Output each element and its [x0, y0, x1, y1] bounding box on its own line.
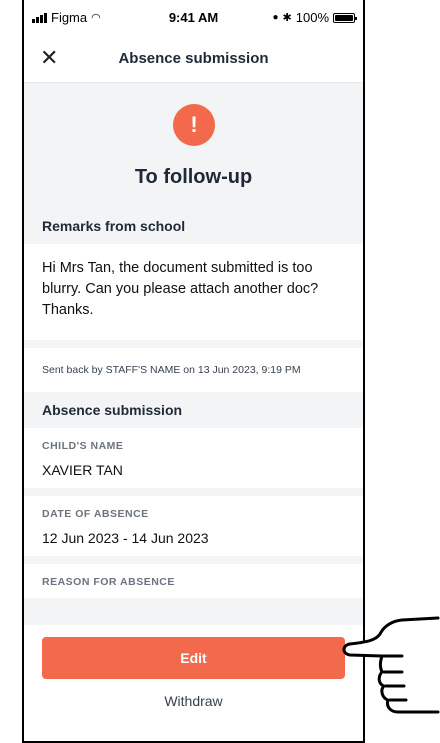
bluetooth-icon: ✱: [282, 12, 292, 24]
field-date-of-absence: DATE OF ABSENCE 12 Jun 2023 - 14 Jun 202…: [24, 496, 363, 556]
divider: [24, 556, 363, 564]
battery-area: ● ✱ 100%: [272, 10, 357, 25]
action-bar: Edit Withdraw: [24, 625, 363, 741]
exclamation-icon: !: [173, 104, 215, 146]
remarks-heading: Remarks from school: [24, 208, 363, 244]
field-value: 12 Jun 2023 - 14 Jun 2023: [42, 530, 209, 546]
phone-frame: Figma ◠ 9:41 AM ● ✱ 100% ✕ Absence submi…: [22, 0, 365, 743]
app-header: ✕ Absence submission: [24, 36, 363, 83]
status-title: To follow-up: [134, 166, 253, 188]
field-label: REASON FOR ABSENCE: [42, 576, 175, 588]
field-label: DATE OF ABSENCE: [42, 508, 149, 520]
remarks-text: Hi Mrs Tan, the document submitted is to…: [24, 244, 363, 340]
withdraw-button[interactable]: Withdraw: [24, 693, 363, 709]
status-bar: Figma ◠ 9:41 AM ● ✱ 100%: [24, 0, 363, 36]
status-hero: ! To follow-up: [24, 83, 363, 208]
field-child-name: CHILD'S NAME XAVIER TAN: [24, 428, 363, 488]
sent-back-info: Sent back by STAFF'S NAME on 13 Jun 2023…: [24, 348, 363, 392]
field-label: CHILD'S NAME: [42, 440, 124, 452]
field-value: XAVIER TAN: [42, 462, 123, 478]
divider: [24, 488, 363, 496]
divider: [24, 340, 363, 348]
battery-percent: 100%: [295, 10, 329, 25]
edit-button[interactable]: Edit: [42, 637, 345, 679]
page-title: Absence submission: [118, 50, 269, 67]
submission-heading: Absence submission: [24, 392, 363, 428]
pointing-hand-icon: [342, 616, 440, 714]
battery-icon: [333, 12, 357, 23]
alarm-icon: ●: [272, 12, 279, 23]
field-reason: REASON FOR ABSENCE: [24, 564, 363, 598]
